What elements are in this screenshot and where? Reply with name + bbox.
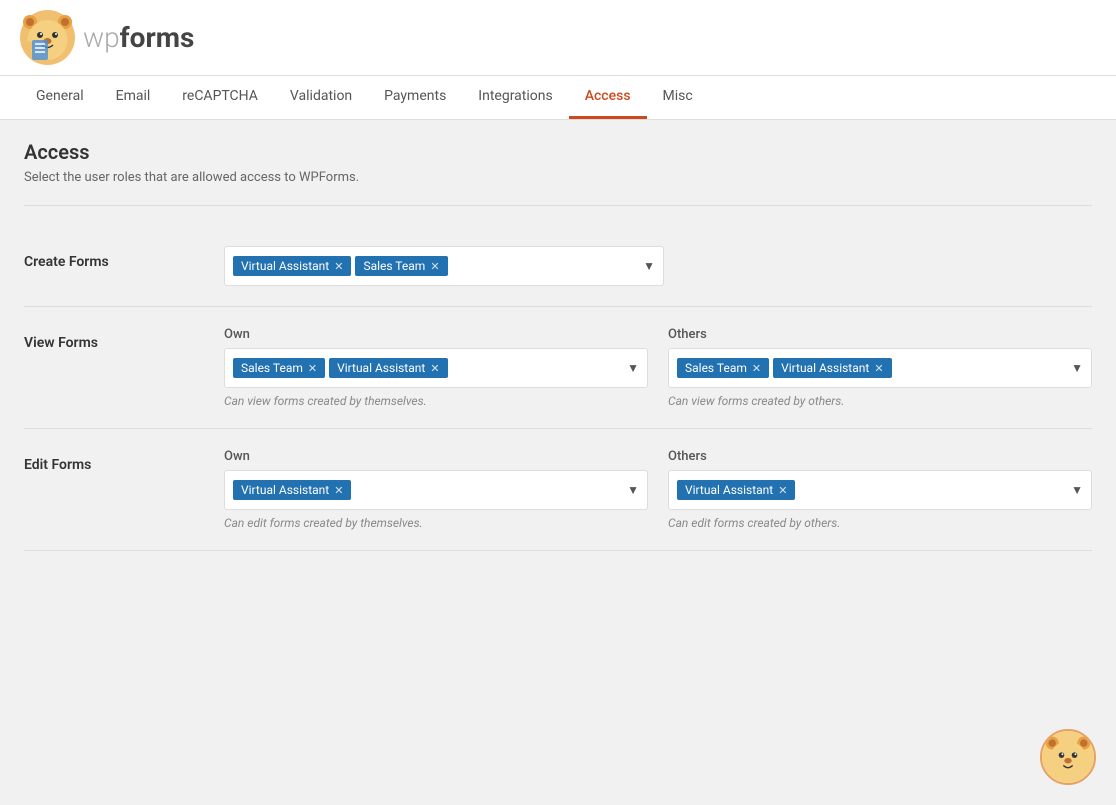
tab-access[interactable]: Access [569,76,647,119]
create-forms-dropdown-arrow[interactable]: ▼ [643,259,655,273]
tab-misc[interactable]: Misc [647,76,709,119]
view-forms-row: View Forms Own Sales Team ✕ Virtual Assi… [24,307,1092,429]
remove-virtual-assistant-view-others[interactable]: ✕ [874,362,883,375]
tab-validation[interactable]: Validation [274,76,368,119]
create-forms-select[interactable]: Virtual Assistant ✕ Sales Team ✕ ▼ [224,246,664,286]
view-forms-own-hint: Can view forms created by themselves. [224,394,648,408]
view-forms-label: View Forms [24,327,224,351]
header: wpforms [0,0,1116,76]
view-forms-others-hint: Can view forms created by others. [668,394,1092,408]
page-description: Select the user roles that are allowed a… [24,170,1092,185]
view-forms-own-select[interactable]: Sales Team ✕ Virtual Assistant ✕ ▼ [224,348,648,388]
tab-integrations[interactable]: Integrations [462,76,568,119]
remove-virtual-assistant-view-own[interactable]: ✕ [430,362,439,375]
nav-tabs: General Email reCAPTCHA Validation Payme… [0,76,1116,120]
divider [24,205,1092,206]
main-content: Access Select the user roles that are al… [0,120,1116,571]
edit-forms-others-label: Others [668,449,1092,464]
view-forms-others-select[interactable]: Sales Team ✕ Virtual Assistant ✕ ▼ [668,348,1092,388]
edit-forms-own-group: Own Virtual Assistant ✕ ▼ Can edit forms… [224,449,648,530]
remove-sales-team-create[interactable]: ✕ [430,260,439,273]
tab-payments[interactable]: Payments [368,76,462,119]
logo-text: wpforms [83,21,194,54]
edit-forms-own-hint: Can edit forms created by themselves. [224,516,648,530]
bear-avatar-button[interactable] [1040,729,1096,785]
tag-sales-team-create: Sales Team ✕ [355,256,447,276]
view-forms-fields: Own Sales Team ✕ Virtual Assistant ✕ ▼ C… [224,327,1092,408]
create-forms-field: Virtual Assistant ✕ Sales Team ✕ ▼ [224,246,664,286]
remove-virtual-assistant-edit-own[interactable]: ✕ [334,484,343,497]
edit-forms-row: Edit Forms Own Virtual Assistant ✕ ▼ Can… [24,429,1092,551]
logo-area: wpforms [20,10,194,65]
tag-sales-team-view-others: Sales Team ✕ [677,358,769,378]
tag-sales-team-view-own: Sales Team ✕ [233,358,325,378]
remove-virtual-assistant-edit-others[interactable]: ✕ [778,484,787,497]
page-title: Access [24,140,1092,164]
remove-sales-team-view-own[interactable]: ✕ [308,362,317,375]
edit-forms-others-group: Others Virtual Assistant ✕ ▼ Can edit fo… [668,449,1092,530]
create-forms-row: Create Forms Virtual Assistant ✕ Sales T… [24,226,1092,307]
edit-forms-fields: Own Virtual Assistant ✕ ▼ Can edit forms… [224,449,1092,530]
edit-forms-own-dropdown-arrow[interactable]: ▼ [627,483,639,497]
edit-forms-others-dropdown-arrow[interactable]: ▼ [1071,483,1083,497]
edit-forms-own-select[interactable]: Virtual Assistant ✕ ▼ [224,470,648,510]
tab-email[interactable]: Email [100,76,167,119]
edit-forms-others-hint: Can edit forms created by others. [668,516,1092,530]
tag-virtual-assistant-edit-others: Virtual Assistant ✕ [677,480,795,500]
tag-virtual-assistant-create: Virtual Assistant ✕ [233,256,351,276]
remove-sales-team-view-others[interactable]: ✕ [752,362,761,375]
create-forms-label: Create Forms [24,246,224,270]
create-forms-fields: Virtual Assistant ✕ Sales Team ✕ ▼ [224,246,1092,286]
view-forms-own-label: Own [224,327,648,342]
tag-virtual-assistant-view-others: Virtual Assistant ✕ [773,358,891,378]
tab-general[interactable]: General [20,76,100,119]
edit-forms-own-label: Own [224,449,648,464]
logo-bear-icon [20,10,75,65]
view-forms-others-label: Others [668,327,1092,342]
view-forms-others-group: Others Sales Team ✕ Virtual Assistant ✕ … [668,327,1092,408]
edit-forms-label: Edit Forms [24,449,224,473]
tag-virtual-assistant-edit-own: Virtual Assistant ✕ [233,480,351,500]
view-forms-own-group: Own Sales Team ✕ Virtual Assistant ✕ ▼ C… [224,327,648,408]
tag-virtual-assistant-view-own: Virtual Assistant ✕ [329,358,447,378]
view-forms-others-dropdown-arrow[interactable]: ▼ [1071,361,1083,375]
tab-recaptcha[interactable]: reCAPTCHA [166,76,274,119]
remove-virtual-assistant-create[interactable]: ✕ [334,260,343,273]
edit-forms-others-select[interactable]: Virtual Assistant ✕ ▼ [668,470,1092,510]
view-forms-own-dropdown-arrow[interactable]: ▼ [627,361,639,375]
